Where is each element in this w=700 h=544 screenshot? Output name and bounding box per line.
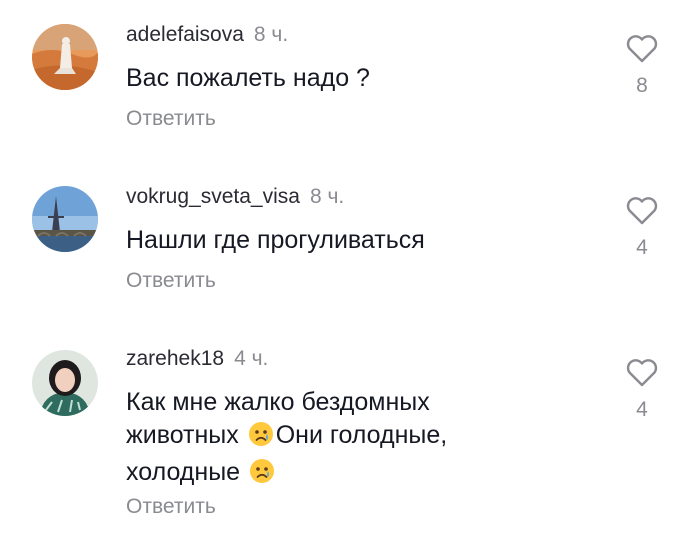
comment-text: Как мне жалко бездомных животных Они гол… [126, 386, 506, 493]
reply-button[interactable]: Ответить [126, 106, 216, 132]
like-button[interactable]: 8 [620, 34, 664, 98]
heart-outline-icon [626, 197, 658, 225]
avatar-eiffel-tower-photo [32, 186, 98, 252]
timestamp: 8 ч. [309, 185, 345, 208]
reply-button[interactable]: Ответить [126, 494, 216, 520]
avatar[interactable] [32, 24, 98, 90]
like-count: 4 [636, 398, 648, 421]
comment-meta: vokrug_sveta_visa 8 ч. [126, 184, 344, 210]
comment-list: adelefaisova 8 ч. Вас пожалеть надо ? Отв… [0, 0, 700, 544]
username[interactable]: zarehek18 [126, 347, 224, 370]
sad-face-emoji [248, 421, 274, 456]
heart-outline-icon [626, 359, 658, 387]
username[interactable]: vokrug_sveta_visa [126, 185, 300, 208]
timestamp: 4 ч. [234, 347, 269, 370]
avatar[interactable] [32, 350, 98, 416]
reply-button[interactable]: Ответить [126, 268, 216, 294]
username[interactable]: adelefaisova [126, 23, 244, 46]
comment-meta: adelefaisova 8 ч. [126, 22, 288, 48]
comment-text: Нашли где прогуливаться [126, 226, 425, 254]
avatar-desert-photo [32, 24, 98, 90]
avatar-woman-photo [32, 350, 98, 416]
like-button[interactable]: 4 [620, 358, 664, 422]
comment-meta: zarehek18 4 ч. [126, 346, 268, 372]
sad-face-emoji [249, 458, 275, 493]
heart-outline-icon [626, 35, 658, 63]
like-button[interactable]: 4 [620, 196, 664, 260]
like-count: 8 [636, 74, 648, 97]
like-count: 4 [636, 236, 648, 259]
comment-text: Вас пожалеть надо ? [126, 64, 370, 92]
avatar[interactable] [32, 186, 98, 252]
timestamp: 8 ч. [253, 23, 289, 46]
